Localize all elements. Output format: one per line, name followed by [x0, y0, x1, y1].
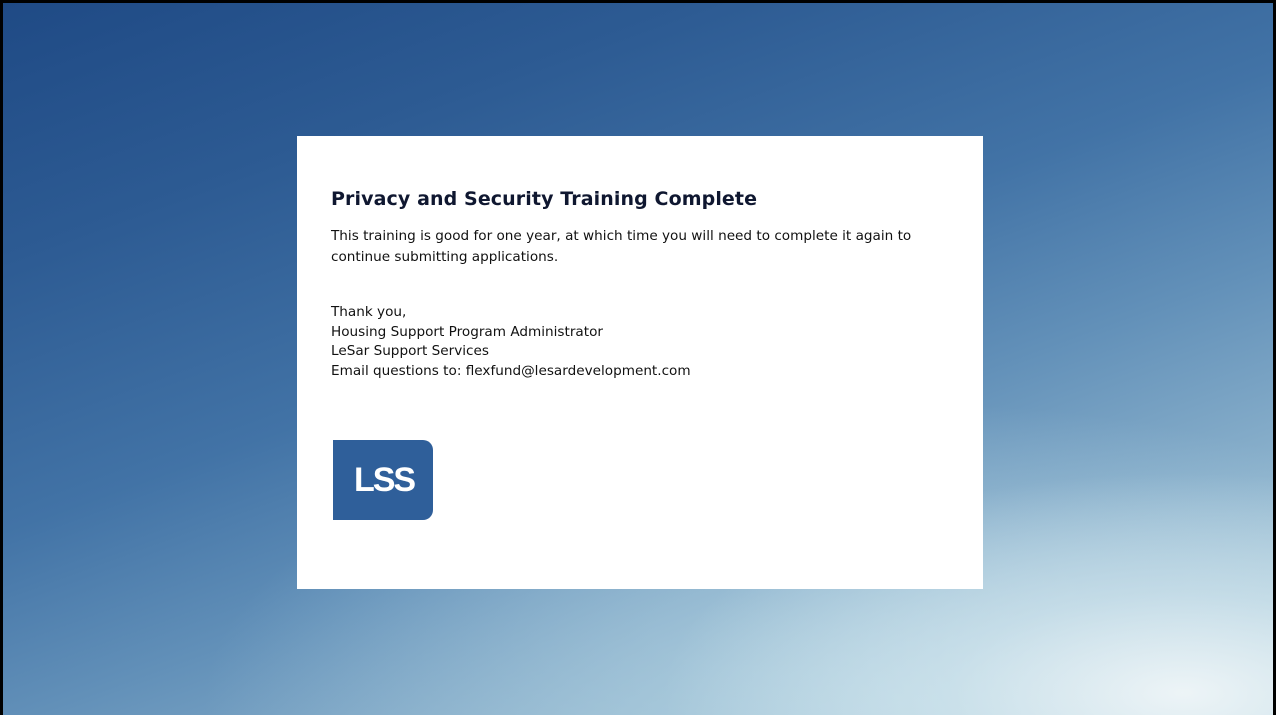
- signature-role: Housing Support Program Administrator: [331, 323, 603, 340]
- card-title: Privacy and Security Training Complete: [331, 188, 758, 210]
- signature-email: Email questions to: flexfund@lesardevelo…: [331, 362, 691, 379]
- lss-logo: LSS: [333, 440, 433, 520]
- signature-closing: Thank you,: [331, 304, 407, 320]
- signature-block: Thank you, Housing Support Program Admin…: [331, 303, 949, 381]
- card-message: This training is good for one year, at w…: [331, 228, 912, 265]
- slide-background: Privacy and Security Training Complete T…: [0, 0, 1276, 715]
- signature-organization: LeSar Support Services: [331, 343, 489, 360]
- completion-card: Privacy and Security Training Complete T…: [297, 136, 983, 589]
- lss-logo-text: LSS: [353, 460, 416, 499]
